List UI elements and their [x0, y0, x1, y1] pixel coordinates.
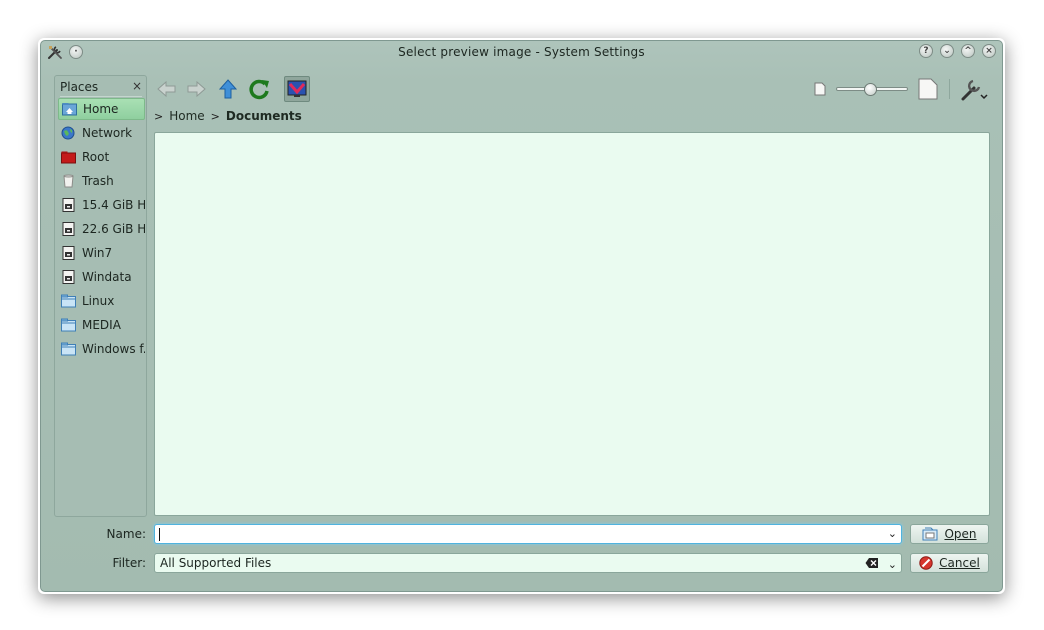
zoom-slider-handle[interactable] [864, 83, 877, 96]
place-label: Linux [82, 294, 115, 308]
home-folder-icon [62, 103, 77, 116]
titlebar[interactable]: · Select preview image - System Settings… [41, 41, 1002, 63]
place-item-root[interactable]: Root [58, 146, 145, 168]
blue-folder-icon [61, 294, 76, 308]
open-button[interactable]: Open [910, 524, 989, 544]
blue-folder-icon [61, 342, 76, 356]
place-item-win7[interactable]: Win7 [58, 242, 145, 264]
image-preview-icon [287, 80, 307, 97]
reload-button[interactable] [246, 76, 272, 102]
place-label: Windata [82, 270, 132, 284]
place-label: Trash [82, 174, 114, 188]
chevron-down-icon[interactable]: ⌄ [888, 527, 897, 540]
place-label: Network [82, 126, 133, 140]
place-label: Windows f... [82, 342, 145, 356]
zoom-slider[interactable] [836, 83, 908, 96]
place-label: Root [82, 150, 110, 164]
drive-icon [62, 270, 75, 284]
file-view[interactable] [154, 132, 990, 516]
window-title: Select preview image - System Settings [398, 45, 645, 59]
place-label: MEDIA [82, 318, 121, 332]
arrow-right-icon [187, 80, 206, 98]
help-button[interactable]: ? [919, 44, 933, 58]
cancel-button[interactable]: Cancel [910, 553, 989, 573]
toolbar-separator [949, 79, 950, 99]
clear-text-icon[interactable] [865, 557, 879, 569]
places-panel: Places × Home Network Root Trash 15.4 Gi… [54, 75, 147, 517]
place-label: 15.4 GiB H... [82, 198, 145, 212]
place-item-trash[interactable]: Trash [58, 170, 145, 192]
arrow-up-icon [219, 79, 237, 99]
name-input[interactable]: ⌄ [154, 524, 902, 544]
place-item-linux[interactable]: Linux [58, 290, 145, 312]
filter-value: All Supported Files [160, 556, 272, 570]
place-label: Home [83, 102, 119, 116]
place-item-windata[interactable]: Windata [58, 266, 145, 288]
minimize-button[interactable]: ⌄ [940, 44, 954, 58]
options-wrench-icon[interactable] [959, 77, 989, 103]
place-item-drive-22[interactable]: 22.6 GiB H... [58, 218, 145, 240]
drive-icon [62, 198, 75, 212]
breadcrumb-home[interactable]: Home [169, 109, 204, 123]
place-label: Win7 [82, 246, 113, 260]
preview-toggle-button[interactable] [284, 76, 310, 102]
titlebar-right: ? ⌄ ^ × [919, 44, 996, 58]
cancel-icon [919, 556, 933, 570]
filter-label: Filter: [112, 556, 146, 570]
forward-button[interactable] [183, 76, 209, 102]
cancel-label: Cancel [939, 556, 980, 570]
trash-icon [63, 174, 74, 188]
text-caret [159, 528, 160, 541]
zoom-in-icon[interactable] [918, 78, 938, 100]
network-globe-icon [61, 126, 75, 140]
place-item-media[interactable]: MEDIA [58, 314, 145, 336]
file-dialog-window: · Select preview image - System Settings… [40, 40, 1003, 592]
filter-combo[interactable]: All Supported Files ⌄ [154, 553, 902, 573]
maximize-button[interactable]: ^ [961, 44, 975, 58]
places-header: Places × [60, 79, 142, 97]
breadcrumb: > Home > Documents [154, 109, 302, 123]
place-item-windows[interactable]: Windows f... [58, 338, 145, 360]
close-button[interactable]: × [982, 44, 996, 58]
reload-icon [249, 79, 269, 100]
up-button[interactable] [215, 76, 241, 102]
red-folder-icon [61, 151, 76, 164]
places-close-icon[interactable]: × [132, 79, 142, 93]
zoom-out-icon[interactable] [814, 82, 826, 96]
name-label: Name: [106, 527, 146, 541]
breadcrumb-documents[interactable]: Documents [226, 109, 302, 123]
breadcrumb-root-arrow[interactable]: > [154, 110, 163, 123]
drive-icon [62, 246, 75, 260]
arrow-left-icon [157, 80, 176, 98]
place-item-home[interactable]: Home [58, 98, 145, 120]
breadcrumb-separator[interactable]: > [211, 110, 220, 123]
chevron-down-icon[interactable]: ⌄ [888, 556, 897, 574]
place-item-network[interactable]: Network [58, 122, 145, 144]
back-button[interactable] [154, 76, 180, 102]
places-title: Places [60, 80, 99, 94]
drive-icon [62, 222, 75, 236]
open-folder-icon [922, 527, 938, 541]
place-label: 22.6 GiB H... [82, 222, 145, 236]
place-item-drive-15[interactable]: 15.4 GiB H... [58, 194, 145, 216]
blue-folder-icon [61, 318, 76, 332]
open-label: Open [944, 527, 977, 541]
